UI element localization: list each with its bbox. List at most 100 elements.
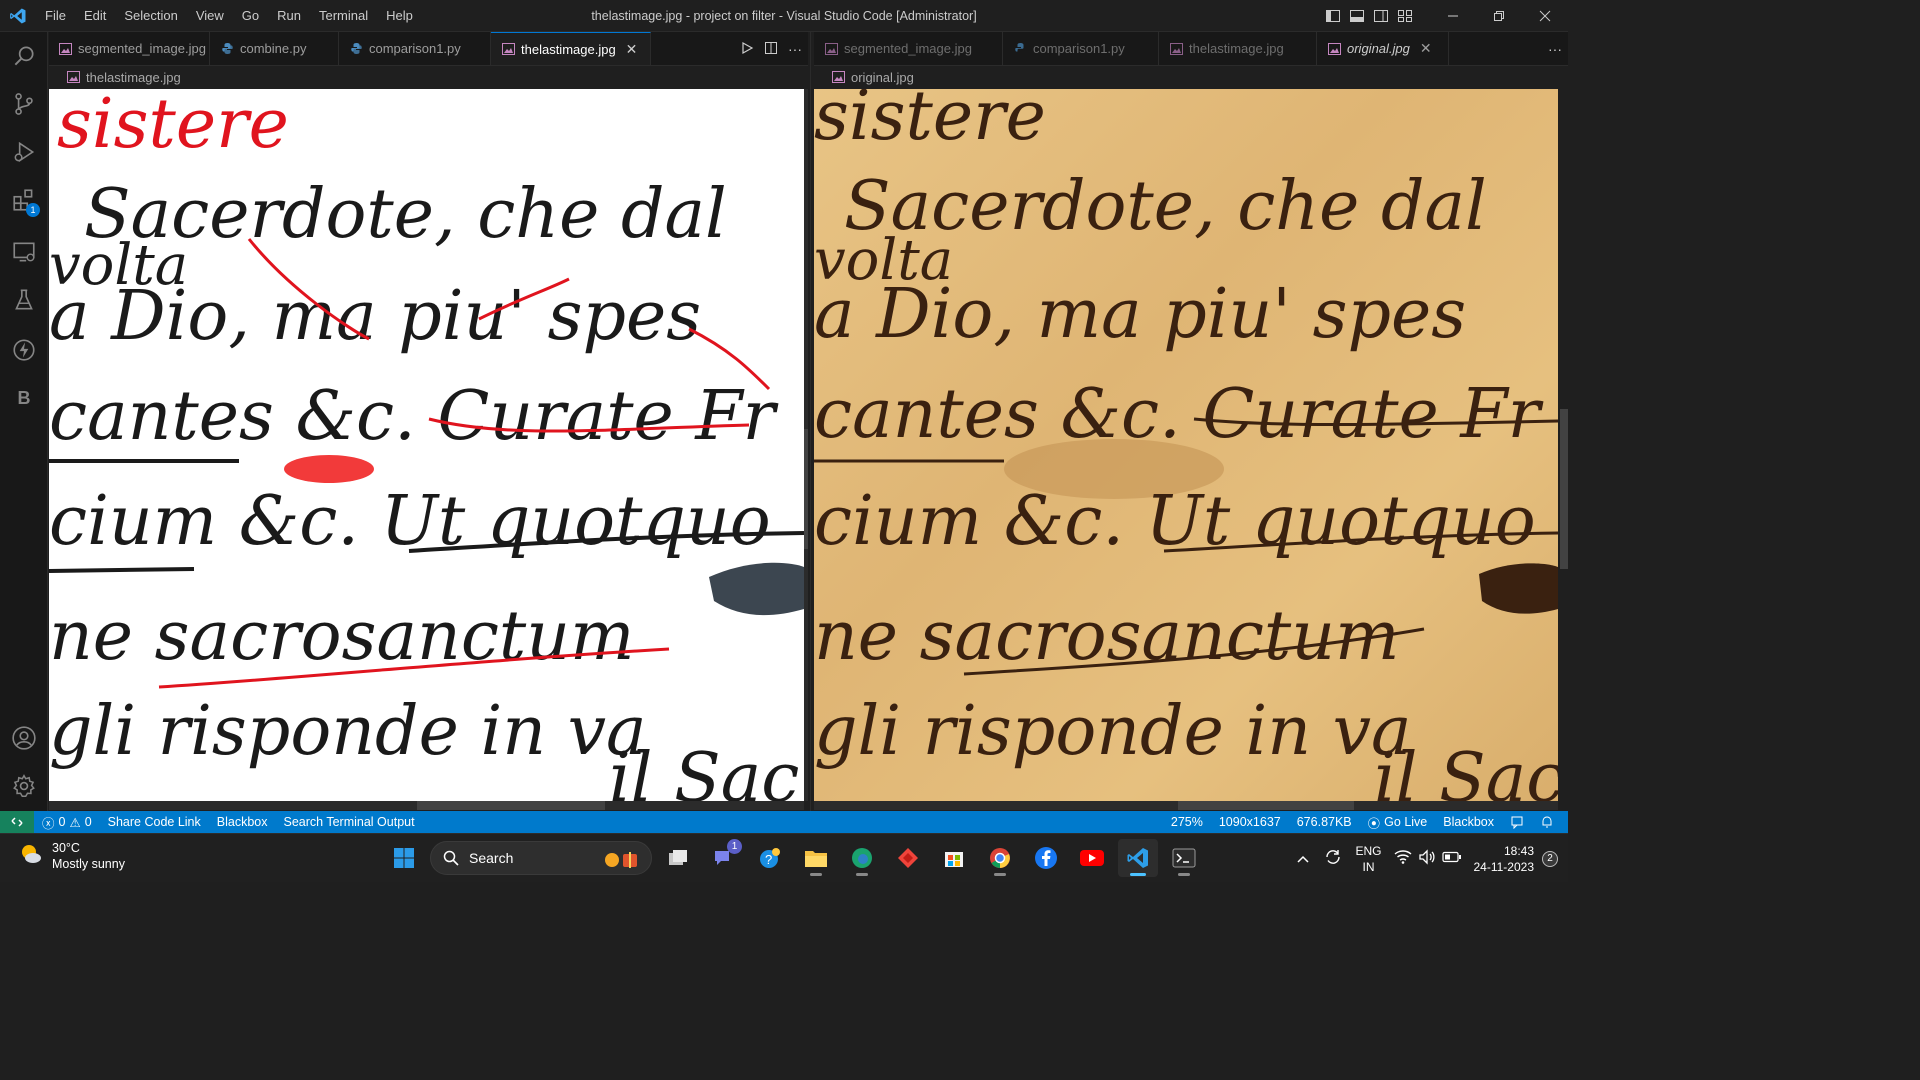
- tab-combine-py[interactable]: combine.py: [210, 32, 339, 65]
- manuscript-line: sistere: [57, 89, 289, 164]
- start-windows-icon[interactable]: [384, 839, 424, 877]
- activity-bar: 1 B: [0, 32, 48, 811]
- thunder-client-icon[interactable]: [0, 326, 48, 374]
- teams-chat-icon[interactable]: 1: [704, 839, 744, 877]
- manage-gear-icon[interactable]: [0, 762, 48, 810]
- original-image-preview[interactable]: sistere Sacerdote, che dal volta a Dio, …: [814, 89, 1558, 801]
- manuscript-line: a Dio, ma piu' spes: [49, 277, 701, 356]
- restore-button[interactable]: [1476, 0, 1522, 32]
- tab-thelastimage-active[interactable]: thelastimage.jpg ✕: [491, 32, 651, 65]
- zoom-level[interactable]: 275%: [1163, 815, 1211, 829]
- minimize-button[interactable]: [1430, 0, 1476, 32]
- vertical-scrollbar-right[interactable]: [1558, 89, 1568, 801]
- tab-original-active[interactable]: original.jpg ✕: [1317, 32, 1449, 65]
- share-code-link-button[interactable]: Share Code Link: [100, 815, 209, 829]
- manuscript-line: il Sac: [609, 739, 799, 801]
- taskbar-search-box[interactable]: Search: [430, 841, 652, 875]
- go-live-button[interactable]: ⦿ Go Live: [1360, 813, 1436, 832]
- breadcrumb-file[interactable]: thelastimage.jpg: [86, 70, 181, 85]
- split-editor-icon[interactable]: [764, 41, 778, 58]
- remote-explorer-icon[interactable]: [0, 228, 48, 276]
- manuscript-line: sistere: [814, 89, 1046, 156]
- tab-segmented-image-left[interactable]: segmented_image.jpg: [49, 32, 210, 65]
- search-terminal-output-button[interactable]: Search Terminal Output: [276, 815, 423, 829]
- tab-comparison1-py-left[interactable]: comparison1.py: [339, 32, 491, 65]
- task-view-icon[interactable]: [658, 839, 698, 877]
- feedback-icon[interactable]: [1502, 815, 1532, 829]
- weather-condition: Mostly sunny: [52, 857, 125, 871]
- breadcrumb-left: thelastimage.jpg: [49, 66, 808, 88]
- blackbox-letter-icon[interactable]: B: [0, 374, 48, 422]
- menu-terminal[interactable]: Terminal: [310, 0, 377, 32]
- facebook-icon[interactable]: [1026, 839, 1066, 877]
- notification-center-badge[interactable]: 2: [1542, 850, 1558, 867]
- extensions-icon[interactable]: 1: [0, 176, 48, 224]
- menu-selection[interactable]: Selection: [115, 0, 186, 32]
- blackbox-status-button[interactable]: Blackbox: [209, 815, 276, 829]
- close-tab-icon[interactable]: ✕: [626, 41, 638, 58]
- microsoft-store-icon[interactable]: [934, 839, 974, 877]
- horizontal-scrollbar-right[interactable]: [814, 801, 1558, 810]
- blackbox-right-button[interactable]: Blackbox: [1435, 815, 1502, 829]
- notifications-bell-icon[interactable]: [1532, 815, 1562, 829]
- close-window-button[interactable]: [1522, 0, 1568, 32]
- breadcrumb-right: original.jpg: [814, 66, 1568, 88]
- image-file-icon: [67, 71, 80, 83]
- menu-run[interactable]: Run: [268, 0, 310, 32]
- input-language[interactable]: ENG IN: [1355, 843, 1381, 875]
- menu-help[interactable]: Help: [377, 0, 422, 32]
- weather-widget[interactable]: 30°C Mostly sunny: [18, 840, 125, 872]
- volume-icon[interactable]: [1418, 849, 1436, 868]
- testing-flask-icon[interactable]: [0, 276, 48, 324]
- tab-bar-left: segmented_image.jpg combine.py compariso…: [49, 32, 808, 66]
- segmented-image-preview[interactable]: sistere Sacerdote, che dal volta a Dio, …: [49, 89, 804, 801]
- vscode-taskbar-icon[interactable]: [1118, 839, 1158, 877]
- menu-view[interactable]: View: [187, 0, 233, 32]
- toggle-secondary-sidebar-icon[interactable]: [1370, 5, 1392, 27]
- image-file-icon: [59, 42, 72, 56]
- close-tab-icon[interactable]: ✕: [1420, 40, 1432, 57]
- manuscript-line: gli risponde in va: [49, 692, 647, 771]
- clock-time: 18:43: [1503, 843, 1534, 858]
- system-tray: ENG IN 18:43 24-11-2023 2: [1297, 834, 1558, 883]
- breadcrumb-file[interactable]: original.jpg: [851, 70, 914, 85]
- customize-layout-icon[interactable]: [1394, 5, 1416, 27]
- title-bar: File Edit Selection View Go Run Terminal…: [0, 0, 1568, 32]
- tab-segmented-image-right[interactable]: segmented_image.jpg: [814, 32, 1003, 65]
- edge-browser-icon[interactable]: [842, 839, 882, 877]
- clock-date: 24-11-2023: [1473, 859, 1535, 874]
- python-file-icon: [220, 42, 234, 56]
- chrome-browser-icon[interactable]: [980, 839, 1020, 877]
- image-file-icon: [1169, 42, 1183, 56]
- battery-icon[interactable]: [1441, 851, 1462, 866]
- accounts-icon[interactable]: [0, 714, 48, 762]
- terminal-icon[interactable]: [1164, 839, 1204, 877]
- explorer-search-icon[interactable]: [0, 32, 48, 80]
- run-debug-icon[interactable]: [0, 128, 48, 176]
- run-file-icon[interactable]: [740, 41, 754, 58]
- tab-thelastimage-right[interactable]: thelastimage.jpg: [1159, 32, 1317, 65]
- search-icon: [443, 850, 459, 866]
- menu-edit[interactable]: Edit: [75, 0, 115, 32]
- wifi-icon[interactable]: [1394, 849, 1412, 868]
- toggle-panel-icon[interactable]: [1346, 5, 1368, 27]
- remote-indicator-icon[interactable]: [0, 811, 34, 833]
- status-bar: ⓧ 0 ⚠ 0 Share Code Link Blackbox Search Te…: [0, 811, 1568, 833]
- anydesk-icon[interactable]: [888, 839, 928, 877]
- file-explorer-icon[interactable]: [796, 839, 836, 877]
- show-hidden-icons-chevron-icon[interactable]: [1297, 852, 1310, 866]
- sync-icon[interactable]: [1323, 847, 1343, 870]
- get-help-icon[interactable]: ?: [750, 839, 790, 877]
- menu-file[interactable]: File: [36, 0, 75, 32]
- youtube-icon[interactable]: [1072, 839, 1112, 877]
- toggle-primary-sidebar-icon[interactable]: [1322, 5, 1344, 27]
- system-clock[interactable]: 18:43 24-11-2023: [1474, 843, 1535, 875]
- menu-go[interactable]: Go: [233, 0, 268, 32]
- more-actions-icon[interactable]: ···: [788, 41, 802, 57]
- horizontal-scrollbar-left[interactable]: [49, 801, 804, 810]
- source-control-icon[interactable]: [0, 80, 48, 128]
- more-actions-icon[interactable]: ···: [1548, 41, 1562, 57]
- problems-indicator[interactable]: ⓧ 0 ⚠ 0: [34, 813, 100, 832]
- tab-comparison1-py-right[interactable]: comparison1.py: [1003, 32, 1159, 65]
- image-file-icon: [824, 42, 838, 56]
